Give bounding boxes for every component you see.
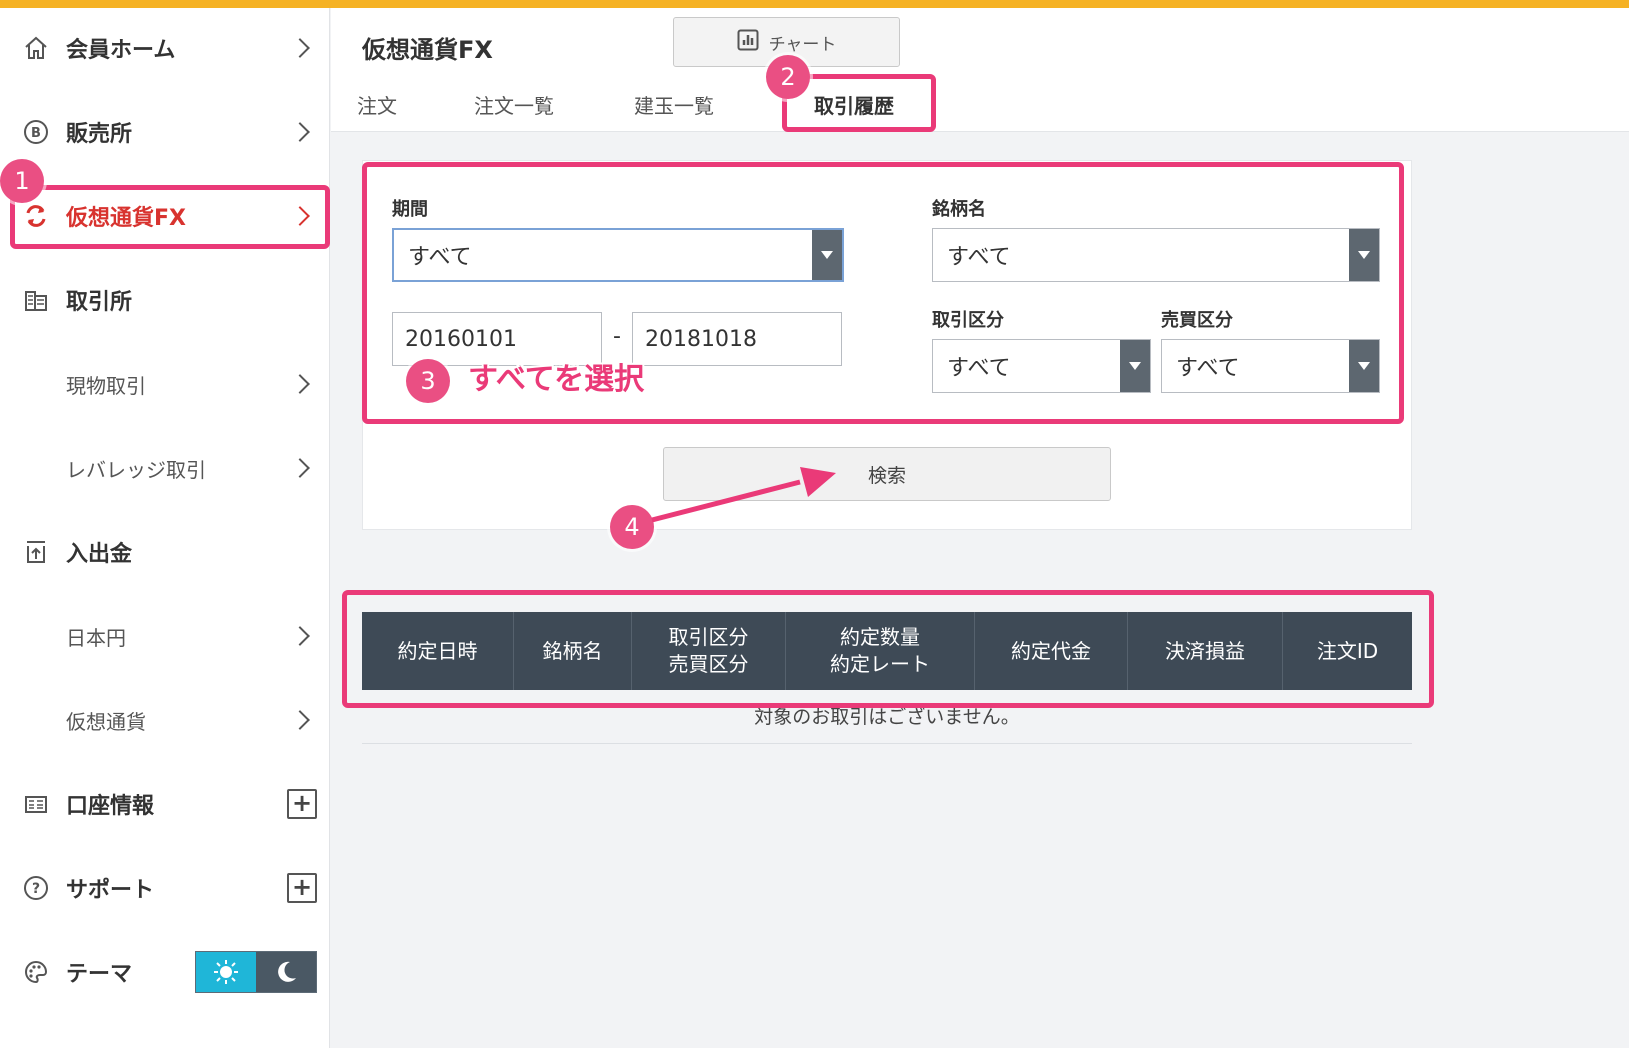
chevron-right-icon: [290, 626, 310, 646]
svg-text:B: B: [31, 126, 41, 141]
sidebar-item-support[interactable]: ? サポート +: [0, 858, 330, 918]
sidebar-item-leverage-trading[interactable]: レバレッジ取引: [0, 438, 330, 498]
sidebar-item-label: テーマ: [66, 962, 133, 987]
sidebar: 会員ホーム B 販売所 仮想通貨FX 取引所 現物取引 レバレッジ取引 入出金: [0, 8, 330, 1048]
annotation-box-sidebar: [10, 185, 330, 249]
sidebar-item-crypto[interactable]: 仮想通貨: [0, 690, 330, 750]
moon-icon[interactable]: [256, 952, 316, 992]
tab-positions[interactable]: 建玉一覧: [634, 90, 714, 119]
svg-text:?: ?: [32, 881, 40, 897]
page-header: 仮想通貨FX チャート 注文 注文一覧 建玉一覧 取引履歴: [331, 8, 1629, 132]
help-icon: ?: [20, 872, 52, 904]
sidebar-item-sales[interactable]: B 販売所: [0, 102, 330, 162]
sidebar-item-spot-trading[interactable]: 現物取引: [0, 354, 330, 414]
bitcoin-icon: B: [20, 116, 52, 148]
search-button[interactable]: 検索: [663, 447, 1111, 501]
sidebar-item-label: サポート: [66, 878, 155, 903]
annotation-box-table: [342, 590, 1434, 708]
expand-plus-icon[interactable]: +: [287, 873, 317, 903]
sidebar-item-label: 口座情報: [66, 794, 155, 819]
tab-order[interactable]: 注文: [357, 90, 397, 119]
upload-icon: [20, 536, 52, 568]
chart-button-label: チャート: [768, 34, 837, 55]
sidebar-item-label: 会員ホーム: [66, 38, 176, 63]
sidebar-item-deposit-withdraw[interactable]: 入出金: [0, 522, 330, 582]
bar-chart-icon: [737, 29, 759, 56]
sidebar-item-label: レバレッジ取引: [66, 457, 206, 482]
chevron-right-icon: [290, 122, 310, 142]
sidebar-item-label: 販売所: [66, 122, 133, 147]
theme-toggle[interactable]: [195, 951, 317, 993]
sidebar-item-exchange[interactable]: 取引所: [0, 270, 330, 330]
expand-plus-icon[interactable]: +: [287, 789, 317, 819]
annotation-step-2: 2: [766, 55, 810, 99]
sun-icon[interactable]: [196, 952, 256, 992]
chevron-right-icon: [290, 710, 310, 730]
annotation-step-3: 3: [406, 359, 450, 403]
chevron-right-icon: [290, 458, 310, 478]
chevron-right-icon: [290, 38, 310, 58]
sidebar-item-theme: テーマ: [0, 942, 330, 1002]
page-title: 仮想通貨FX: [362, 36, 493, 64]
tab-bar: 注文 注文一覧 建玉一覧 取引履歴: [331, 80, 1629, 132]
sidebar-item-label: 現物取引: [66, 373, 146, 398]
sidebar-item-jpy[interactable]: 日本円: [0, 606, 330, 666]
sidebar-item-label: 取引所: [66, 290, 133, 315]
annotation-step-4: 4: [610, 505, 654, 549]
sidebar-item-label: 入出金: [66, 542, 133, 567]
palette-icon: [20, 956, 52, 988]
building-icon: [20, 284, 52, 316]
sidebar-item-account-info[interactable]: 口座情報 +: [0, 774, 330, 834]
chevron-right-icon: [290, 374, 310, 394]
tab-order-list[interactable]: 注文一覧: [474, 90, 554, 119]
sidebar-item-label: 仮想通貨: [66, 709, 146, 734]
sidebar-item-member-home[interactable]: 会員ホーム: [0, 18, 330, 78]
account-icon: [20, 788, 52, 820]
annotation-select-all-text: すべてを選択: [468, 362, 645, 397]
annotation-step-1: 1: [0, 159, 44, 203]
top-accent-bar: [0, 0, 1629, 8]
sidebar-item-label: 日本円: [66, 625, 126, 650]
home-icon: [20, 32, 52, 64]
